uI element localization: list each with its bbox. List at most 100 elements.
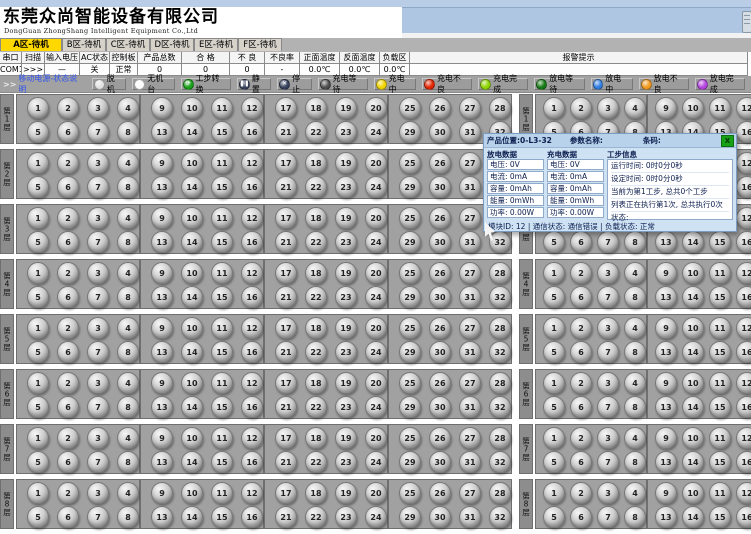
battery-cell-26[interactable]: 26 [429, 427, 451, 449]
battery-cell-4[interactable]: 4 [624, 262, 646, 284]
legend-link[interactable]: 移动电源-状态说明 [18, 73, 84, 95]
battery-cell-7[interactable]: 7 [87, 341, 109, 363]
battery-cell-28[interactable]: 28 [489, 372, 511, 394]
battery-cell-26[interactable]: 26 [429, 152, 451, 174]
battery-cell-13[interactable]: 13 [655, 451, 677, 473]
battery-cell-6[interactable]: 6 [57, 121, 79, 143]
battery-cell-1[interactable]: 1 [27, 152, 49, 174]
battery-cell-6[interactable]: 6 [570, 451, 592, 473]
battery-cell-23[interactable]: 23 [335, 341, 357, 363]
battery-cell-9[interactable]: 9 [655, 482, 677, 504]
battery-cell-26[interactable]: 26 [429, 482, 451, 504]
battery-cell-29[interactable]: 29 [399, 121, 421, 143]
battery-cell-21[interactable]: 21 [275, 396, 297, 418]
battery-cell-20[interactable]: 20 [365, 427, 387, 449]
tab-zone-C[interactable]: C区-待机 [106, 38, 150, 51]
battery-cell-21[interactable]: 21 [275, 121, 297, 143]
battery-cell-15[interactable]: 15 [709, 506, 731, 528]
battery-cell-8[interactable]: 8 [117, 286, 139, 308]
battery-cell-24[interactable]: 24 [365, 506, 387, 528]
battery-cell-9[interactable]: 9 [655, 97, 677, 119]
battery-cell-19[interactable]: 19 [335, 427, 357, 449]
battery-cell-32[interactable]: 32 [489, 231, 511, 253]
battery-cell-5[interactable]: 5 [27, 231, 49, 253]
battery-cell-13[interactable]: 13 [655, 396, 677, 418]
battery-cell-12[interactable]: 12 [241, 262, 263, 284]
battery-cell-10[interactable]: 10 [181, 372, 203, 394]
battery-cell-10[interactable]: 10 [181, 262, 203, 284]
battery-cell-15[interactable]: 15 [211, 121, 233, 143]
battery-cell-16[interactable]: 16 [736, 231, 751, 253]
battery-cell-14[interactable]: 14 [181, 121, 203, 143]
battery-cell-3[interactable]: 3 [597, 372, 619, 394]
battery-cell-22[interactable]: 22 [305, 506, 327, 528]
battery-cell-7[interactable]: 7 [87, 231, 109, 253]
battery-cell-10[interactable]: 10 [682, 317, 704, 339]
battery-cell-6[interactable]: 6 [570, 341, 592, 363]
battery-cell-7[interactable]: 7 [87, 176, 109, 198]
battery-cell-14[interactable]: 14 [682, 231, 704, 253]
battery-cell-11[interactable]: 11 [211, 262, 233, 284]
battery-cell-25[interactable]: 25 [399, 482, 421, 504]
battery-cell-25[interactable]: 25 [399, 262, 421, 284]
battery-cell-22[interactable]: 22 [305, 121, 327, 143]
battery-cell-5[interactable]: 5 [27, 121, 49, 143]
battery-cell-24[interactable]: 24 [365, 176, 387, 198]
battery-cell-28[interactable]: 28 [489, 317, 511, 339]
battery-cell-7[interactable]: 7 [597, 396, 619, 418]
battery-cell-4[interactable]: 4 [117, 97, 139, 119]
battery-cell-6[interactable]: 6 [57, 451, 79, 473]
battery-cell-8[interactable]: 8 [624, 286, 646, 308]
battery-cell-3[interactable]: 3 [597, 427, 619, 449]
battery-cell-27[interactable]: 27 [459, 372, 481, 394]
battery-cell-18[interactable]: 18 [305, 152, 327, 174]
battery-cell-2[interactable]: 2 [570, 97, 592, 119]
battery-cell-2[interactable]: 2 [570, 317, 592, 339]
battery-cell-18[interactable]: 18 [305, 482, 327, 504]
battery-cell-12[interactable]: 12 [736, 372, 751, 394]
battery-cell-20[interactable]: 20 [365, 372, 387, 394]
battery-cell-14[interactable]: 14 [181, 231, 203, 253]
battery-cell-21[interactable]: 21 [275, 286, 297, 308]
battery-cell-32[interactable]: 32 [489, 341, 511, 363]
battery-cell-7[interactable]: 7 [87, 286, 109, 308]
battery-cell-16[interactable]: 16 [241, 506, 263, 528]
battery-cell-31[interactable]: 31 [459, 506, 481, 528]
battery-cell-22[interactable]: 22 [305, 451, 327, 473]
battery-cell-2[interactable]: 2 [57, 207, 79, 229]
battery-cell-21[interactable]: 21 [275, 506, 297, 528]
battery-cell-9[interactable]: 9 [151, 482, 173, 504]
battery-cell-3[interactable]: 3 [87, 427, 109, 449]
battery-cell-25[interactable]: 25 [399, 317, 421, 339]
battery-cell-27[interactable]: 27 [459, 207, 481, 229]
battery-cell-7[interactable]: 7 [87, 121, 109, 143]
battery-cell-5[interactable]: 5 [543, 286, 565, 308]
battery-cell-15[interactable]: 15 [211, 451, 233, 473]
battery-cell-4[interactable]: 4 [624, 317, 646, 339]
tab-zone-A[interactable]: A区-待机 [0, 38, 62, 51]
battery-cell-13[interactable]: 13 [151, 506, 173, 528]
battery-cell-9[interactable]: 9 [151, 207, 173, 229]
battery-cell-3[interactable]: 3 [87, 482, 109, 504]
battery-cell-3[interactable]: 3 [87, 372, 109, 394]
battery-cell-4[interactable]: 4 [117, 207, 139, 229]
battery-cell-11[interactable]: 11 [211, 97, 233, 119]
battery-cell-8[interactable]: 8 [624, 341, 646, 363]
battery-cell-6[interactable]: 6 [57, 396, 79, 418]
battery-cell-1[interactable]: 1 [27, 317, 49, 339]
battery-cell-8[interactable]: 8 [117, 506, 139, 528]
battery-cell-18[interactable]: 18 [305, 262, 327, 284]
battery-cell-4[interactable]: 4 [117, 372, 139, 394]
battery-cell-10[interactable]: 10 [181, 317, 203, 339]
battery-cell-1[interactable]: 1 [27, 207, 49, 229]
battery-cell-31[interactable]: 31 [459, 396, 481, 418]
battery-cell-23[interactable]: 23 [335, 451, 357, 473]
battery-cell-13[interactable]: 13 [655, 231, 677, 253]
battery-cell-28[interactable]: 28 [489, 427, 511, 449]
battery-cell-11[interactable]: 11 [709, 317, 731, 339]
battery-cell-30[interactable]: 30 [429, 341, 451, 363]
battery-cell-8[interactable]: 8 [624, 506, 646, 528]
tab-zone-F[interactable]: F区-待机 [238, 38, 282, 51]
battery-cell-27[interactable]: 27 [459, 427, 481, 449]
battery-cell-13[interactable]: 13 [655, 341, 677, 363]
